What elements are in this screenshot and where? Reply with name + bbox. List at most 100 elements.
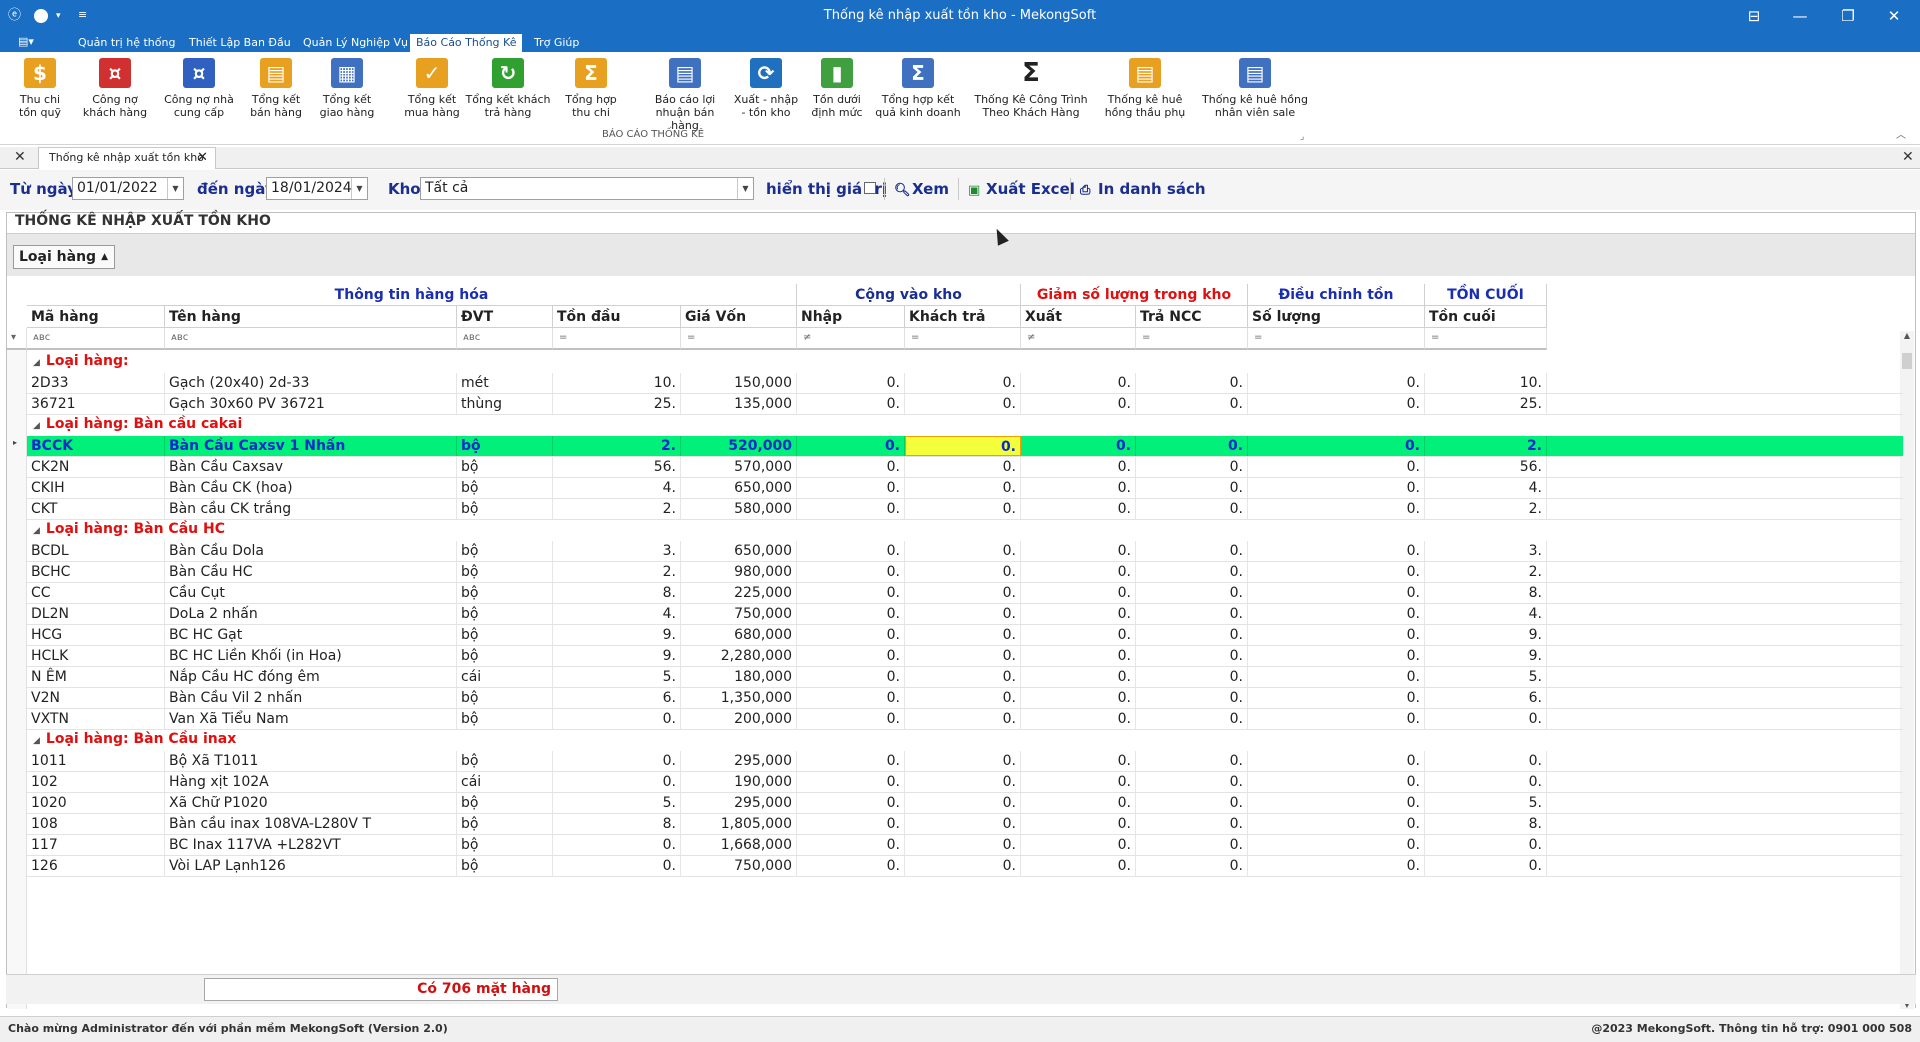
- column-header[interactable]: Tên hàng: [165, 306, 457, 328]
- table-cell[interactable]: 0.: [1136, 814, 1248, 834]
- table-cell[interactable]: 750,000: [681, 604, 797, 624]
- table-cell[interactable]: 0.: [1248, 772, 1425, 792]
- table-cell[interactable]: 4.: [553, 478, 681, 498]
- table-cell[interactable]: 25.: [1425, 394, 1547, 414]
- table-cell[interactable]: 0.: [1136, 688, 1248, 708]
- table-cell[interactable]: Bàn Cầu Dola: [165, 541, 457, 561]
- warehouse-select[interactable]: Tất cả ▼: [420, 177, 754, 200]
- table-row[interactable]: BCDL Bàn Cầu Dola bộ 3. 650,000 0. 0. 0. 0. 0. 3.: [27, 541, 1903, 562]
- group-by-chip[interactable]: Loại hàng ▲: [13, 245, 115, 269]
- table-cell[interactable]: 0.: [1248, 793, 1425, 813]
- ribbon-button-4[interactable]: ▤ Tổng kết bán hàng: [244, 56, 308, 128]
- table-cell[interactable]: Gạch (20x40) 2d-33: [165, 373, 457, 393]
- table-cell[interactable]: 9.: [1425, 646, 1547, 666]
- table-cell[interactable]: 0.: [797, 541, 905, 561]
- table-cell[interactable]: 0.: [797, 856, 905, 876]
- table-cell[interactable]: 2.: [553, 562, 681, 582]
- table-cell[interactable]: Gạch 30x60 PV 36721: [165, 394, 457, 414]
- table-cell[interactable]: 4.: [553, 604, 681, 624]
- tab-quan-ly-nghiep-vu[interactable]: Quản Lý Nghiệp Vụ: [297, 34, 414, 52]
- table-cell[interactable]: 0.: [1021, 856, 1136, 876]
- ribbon-button-13[interactable]: Σ Thống Kê Công Trình Theo Khách Hàng: [968, 56, 1094, 128]
- table-cell[interactable]: 0.: [1248, 835, 1425, 855]
- view-button[interactable]: 🔍︎Xem: [894, 180, 949, 198]
- table-cell[interactable]: 0.: [1021, 835, 1136, 855]
- collapse-group-icon[interactable]: ◢: [33, 358, 40, 368]
- ribbon-button-1[interactable]: $ Thu chi tồn quỹ: [8, 56, 72, 128]
- table-cell[interactable]: 0.: [1136, 625, 1248, 645]
- table-cell[interactable]: 0.: [797, 646, 905, 666]
- table-cell[interactable]: 3.: [1425, 541, 1547, 561]
- from-date-input[interactable]: 01/01/2022 ▼: [72, 177, 184, 200]
- table-cell[interactable]: 0.: [905, 604, 1021, 624]
- table-cell[interactable]: 0.: [905, 541, 1021, 561]
- table-cell[interactable]: Xã Chữ P1020: [165, 793, 457, 813]
- table-cell[interactable]: 0.: [1021, 709, 1136, 729]
- table-cell[interactable]: Bộ Xã T1011: [165, 751, 457, 771]
- table-cell[interactable]: 102: [27, 772, 165, 792]
- table-cell[interactable]: 0.: [797, 394, 905, 414]
- table-cell[interactable]: 0.: [1021, 751, 1136, 771]
- table-cell[interactable]: Hàng xịt 102A: [165, 772, 457, 792]
- table-cell[interactable]: 0.: [1425, 709, 1547, 729]
- table-cell[interactable]: 0.: [797, 436, 905, 456]
- table-row[interactable]: HCG BC HC Gạt bộ 9. 680,000 0. 0. 0. 0. 0. 9.: [27, 625, 1903, 646]
- to-date-input[interactable]: 18/01/2024 ▼: [266, 177, 368, 200]
- table-cell[interactable]: 0.: [1136, 562, 1248, 582]
- table-cell[interactable]: 0.: [1425, 772, 1547, 792]
- table-cell[interactable]: 0.: [797, 751, 905, 771]
- table-row[interactable]: 1020 Xã Chữ P1020 bộ 5. 295,000 0. 0. 0. 0. 0. 5.: [27, 793, 1903, 814]
- column-header[interactable]: Số lượng: [1248, 306, 1425, 328]
- table-cell[interactable]: bộ: [457, 625, 553, 645]
- close-tab-icon[interactable]: ✕: [197, 148, 208, 168]
- table-cell[interactable]: 0.: [1248, 751, 1425, 771]
- table-cell[interactable]: Bàn Cầu HC: [165, 562, 457, 582]
- table-cell[interactable]: 0.: [905, 814, 1021, 834]
- show-value-checkbox[interactable]: [864, 182, 876, 194]
- table-row[interactable]: V2N Bàn Cầu Vil 2 nhấn bộ 6. 1,350,000 0. 0. 0.…: [27, 688, 1903, 709]
- filter-cell[interactable]: =: [905, 328, 1021, 350]
- table-cell[interactable]: 0.: [1248, 667, 1425, 687]
- table-cell[interactable]: 0.: [1136, 709, 1248, 729]
- table-row[interactable]: ▸ BCCK Bàn Cầu Caxsv 1 Nhấn bộ 2. 520,000 0. 0.…: [13, 436, 1903, 457]
- filter-cell[interactable]: ≠: [1021, 328, 1136, 350]
- filter-cell[interactable]: ≠: [797, 328, 905, 350]
- table-row[interactable]: HCLK BC HC Liền Khối (in Hoa) bộ 9. 2,280,00…: [27, 646, 1903, 667]
- column-header[interactable]: Tồn đầu: [553, 306, 681, 328]
- table-cell[interactable]: BC HC Liền Khối (in Hoa): [165, 646, 457, 666]
- table-cell[interactable]: 0.: [1136, 793, 1248, 813]
- table-cell[interactable]: 0.: [905, 709, 1021, 729]
- table-cell[interactable]: 0.: [1248, 373, 1425, 393]
- table-cell[interactable]: 0.: [1136, 583, 1248, 603]
- table-cell[interactable]: 150,000: [681, 373, 797, 393]
- column-header[interactable]: Xuất: [1021, 306, 1136, 328]
- table-cell[interactable]: 8.: [553, 814, 681, 834]
- table-cell[interactable]: BCDL: [27, 541, 165, 561]
- table-cell[interactable]: 0.: [905, 562, 1021, 582]
- filter-cell[interactable]: =: [1248, 328, 1425, 350]
- table-cell[interactable]: 0.: [1248, 625, 1425, 645]
- table-cell[interactable]: Cầu Cụt: [165, 583, 457, 603]
- filter-cell[interactable]: =: [1425, 328, 1547, 350]
- table-cell[interactable]: Bàn Cầu CK (hoa): [165, 478, 457, 498]
- table-cell[interactable]: 0.: [905, 478, 1021, 498]
- close-all-icon[interactable]: ✕: [14, 149, 26, 165]
- scroll-thumb[interactable]: [1902, 353, 1912, 369]
- table-cell[interactable]: Vòi LAP Lạnh126: [165, 856, 457, 876]
- table-cell[interactable]: 750,000: [681, 856, 797, 876]
- table-cell[interactable]: 0.: [1248, 814, 1425, 834]
- ribbon-button-7[interactable]: ↻ Tổng kết khách trả hàng: [462, 56, 554, 128]
- table-cell[interactable]: bộ: [457, 478, 553, 498]
- table-cell[interactable]: 180,000: [681, 667, 797, 687]
- table-cell[interactable]: Bàn cầu inax 108VA-L280V T: [165, 814, 457, 834]
- table-cell[interactable]: bộ: [457, 541, 553, 561]
- ribbon-button-5[interactable]: ▦ Tổng kết giao hàng: [314, 56, 380, 128]
- table-row[interactable]: 117 BC Inax 117VA +L282VT bộ 0. 1,668,000 0. 0…: [27, 835, 1903, 856]
- column-header[interactable]: Tồn cuối: [1425, 306, 1547, 328]
- table-cell[interactable]: DL2N: [27, 604, 165, 624]
- table-cell[interactable]: 295,000: [681, 751, 797, 771]
- close-button[interactable]: ✕: [1876, 4, 1912, 28]
- ribbon-button-12[interactable]: Σ Tổng hợp kết quả kinh doanh: [874, 56, 962, 128]
- filter-cell[interactable]: ᴀʙc: [165, 328, 457, 350]
- column-header[interactable]: Giá Vốn: [681, 306, 797, 328]
